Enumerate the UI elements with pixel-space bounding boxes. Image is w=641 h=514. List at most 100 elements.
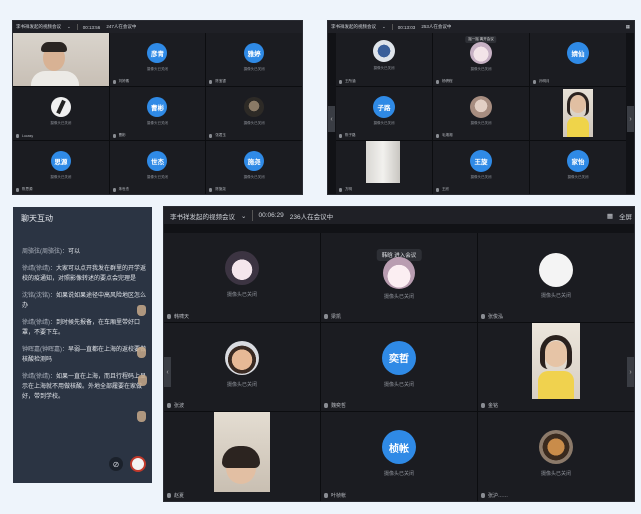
- participant-tile[interactable]: 摄像头已关闭 毛湘湘: [433, 87, 529, 140]
- participant-tile[interactable]: 摇一摇 离开会议 摄像头已关闭 杨骋程: [433, 33, 529, 86]
- grid-view-icon[interactable]: ▦: [626, 24, 630, 30]
- participant-name: 陈子路: [345, 133, 356, 137]
- meeting-timer: 00:06:29: [258, 212, 284, 219]
- participant-name-row: 赵夏: [167, 492, 184, 499]
- avatar: [539, 253, 573, 287]
- mic-icon: [324, 492, 328, 498]
- next-page-button[interactable]: ›: [627, 106, 634, 132]
- participant-name: 王欣: [442, 187, 449, 191]
- participant-tile[interactable]: 摄像头已关闭 韩啸天: [164, 233, 320, 322]
- participant-tile[interactable]: [13, 33, 109, 86]
- participant-tile[interactable]: [530, 87, 626, 140]
- participant-tile[interactable]: 婧仙 孙明月: [530, 33, 626, 86]
- participant-name: 曹彬: [118, 133, 126, 137]
- participant-tile[interactable]: 子路 摄像头已关闭 陈子路: [336, 87, 432, 140]
- link-icon[interactable]: ⊘: [109, 457, 123, 471]
- participant-tile[interactable]: 彦青 摄像头已关闭 刘婷素: [109, 33, 206, 86]
- participant-tile[interactable]: 世杰 摄像头已关闭 朱世杰: [109, 141, 206, 194]
- next-page-button[interactable]: ›: [627, 357, 634, 387]
- participant-tile[interactable]: 家怡 摄像头已关闭: [530, 141, 626, 194]
- grid-view-icon[interactable]: ▦: [607, 212, 613, 220]
- participant-name-row: 朱世杰: [112, 187, 129, 192]
- participant-tile[interactable]: 摄像头已关闭 张俊泓: [478, 233, 634, 322]
- participant-tile[interactable]: 曹彬 摄像头已关闭 曹彬: [109, 87, 206, 140]
- avatar: [225, 251, 259, 285]
- participant-count[interactable]: 236人在会议中: [290, 211, 333, 221]
- camera-off-label: 摄像头已关闭: [383, 471, 414, 478]
- participant-tile[interactable]: 韩晗 进入会议 摄像头已关闭 梁凯: [321, 233, 477, 322]
- mic-icon: [16, 187, 19, 192]
- user-avatar[interactable]: [130, 456, 146, 472]
- participant-tile[interactable]: 王旋 摄像头已关闭 王欣: [433, 141, 529, 194]
- participant-count[interactable]: 253人在会议中: [421, 24, 451, 30]
- camera-off-label: 摄像头已关闭: [383, 294, 414, 300]
- meeting-title[interactable]: 李书祥发起的视频会议: [170, 211, 235, 221]
- meeting-toolbar: 李书祥发起的视频会议 ⌄ 00:13:56 247人在会议中: [13, 21, 302, 33]
- participant-tile[interactable]: 金铭: [478, 322, 634, 412]
- camera-off-label: 摄像头已关闭: [243, 67, 265, 71]
- mic-icon: [533, 79, 536, 84]
- chevron-down-icon[interactable]: ⌄: [382, 24, 386, 30]
- participant-count[interactable]: 247人在会议中: [106, 24, 136, 30]
- participant-tile[interactable]: 施尧 摄像头已关闭 陈施尧: [206, 141, 302, 194]
- participant-name: 陈宝银: [215, 79, 226, 83]
- camera-off-label: 摄像头已关闭: [567, 175, 589, 179]
- thumbs-up-icon: [138, 375, 147, 386]
- participant-name-row: 王所涵: [339, 79, 356, 84]
- participant-tile[interactable]: 摄像头已关闭 张沪……: [478, 412, 634, 501]
- mic-icon: [436, 133, 439, 138]
- avatar: 施尧: [244, 151, 265, 171]
- avatar: 世杰: [147, 151, 168, 171]
- chat-message-list[interactable]: 周骆弦(周骆弦)：可以 徐靖(徐靖)：大家可以点开我发在群里的开学返校的疫通知，…: [22, 247, 146, 409]
- mic-icon: [436, 79, 439, 84]
- mic-icon: [167, 313, 171, 319]
- participant-tile[interactable]: 奕哲 摄像头已关闭 魏奕哲: [321, 322, 477, 412]
- prev-page-button[interactable]: ‹: [328, 106, 335, 132]
- avatar: 彦青: [147, 43, 168, 63]
- chevron-down-icon[interactable]: ⌄: [241, 212, 246, 220]
- camera-off-label: 摄像头已关闭: [373, 121, 395, 125]
- camera-off-label: 摄像头已关闭: [470, 121, 492, 125]
- participant-tile[interactable]: 摄像头已关闭 张君玉: [206, 87, 302, 140]
- participant-tile[interactable]: 思源 摄像头已关闭 陈思源: [13, 141, 109, 194]
- fullscreen-button[interactable]: 全屏: [619, 211, 632, 221]
- avatar: 雅婷: [244, 43, 265, 63]
- participant-name: 金铭: [488, 403, 499, 410]
- camera-off-label: 摄像头已关闭: [243, 121, 265, 125]
- participant-name: 方明: [345, 187, 352, 191]
- mic-icon: [481, 403, 485, 409]
- avatar: 曹彬: [147, 97, 168, 117]
- camera-off-label: 摄像头已关闭: [373, 66, 395, 70]
- mic-icon: [112, 79, 116, 84]
- participant-name-row: 张俊泓: [481, 313, 503, 320]
- message-sender: 沈铭(沈铭)：: [22, 293, 56, 299]
- participant-tile[interactable]: 雅婷 摄像头已关闭 陈宝银: [206, 33, 302, 86]
- participant-name-row: 方明: [339, 187, 352, 192]
- mic-icon: [324, 403, 328, 409]
- avatar: 婧仙: [567, 42, 589, 64]
- meeting-timer: 00:13:56: [82, 24, 101, 30]
- meeting-title[interactable]: 李书祥发起的视频会议: [16, 24, 61, 30]
- participant-name-row: 张波: [167, 402, 184, 409]
- meeting-toolbar: 李书祥发起的视频会议 ⌄ 00:06:29 236人在会议中 ▦ 全屏: [164, 207, 634, 224]
- participant-name: 毛湘湘: [442, 133, 453, 137]
- participant-tile[interactable]: 摄像头已关闭 王所涵: [336, 33, 432, 86]
- thumbs-up-icon: [137, 305, 146, 316]
- mic-icon: [16, 134, 19, 138]
- message-sender: 钟晖嘉(钟晖嘉)：: [22, 347, 68, 353]
- participant-name-row: 陈思源: [16, 187, 33, 192]
- prev-page-button[interactable]: ‹: [164, 357, 171, 387]
- chat-panel: 聊天互动 周骆弦(周骆弦)：可以 徐靖(徐靖)：大家可以点开我发在群里的开学返校…: [13, 207, 152, 483]
- chevron-down-icon[interactable]: ⌄: [67, 24, 71, 30]
- avatar: [470, 42, 492, 64]
- participant-tile[interactable]: 桢帐 摄像头已关闭 叶桢帐: [321, 412, 477, 501]
- participant-tile[interactable]: 方明: [336, 141, 432, 194]
- participant-tile[interactable]: 摄像头已关闭 Lucasy: [13, 87, 109, 140]
- message-sender: 徐靖(徐靖)：: [22, 320, 56, 326]
- participant-tile[interactable]: 摄像头已关闭 张波: [164, 322, 320, 412]
- participant-tile[interactable]: 赵夏: [164, 412, 320, 501]
- camera-off-label: 摄像头已关闭: [243, 175, 265, 179]
- meeting-title[interactable]: 李书祥发起的视频会议: [331, 24, 376, 30]
- camera-off-label: 摄像头已关闭: [383, 381, 414, 388]
- participant-name: 韩啸天: [174, 313, 190, 320]
